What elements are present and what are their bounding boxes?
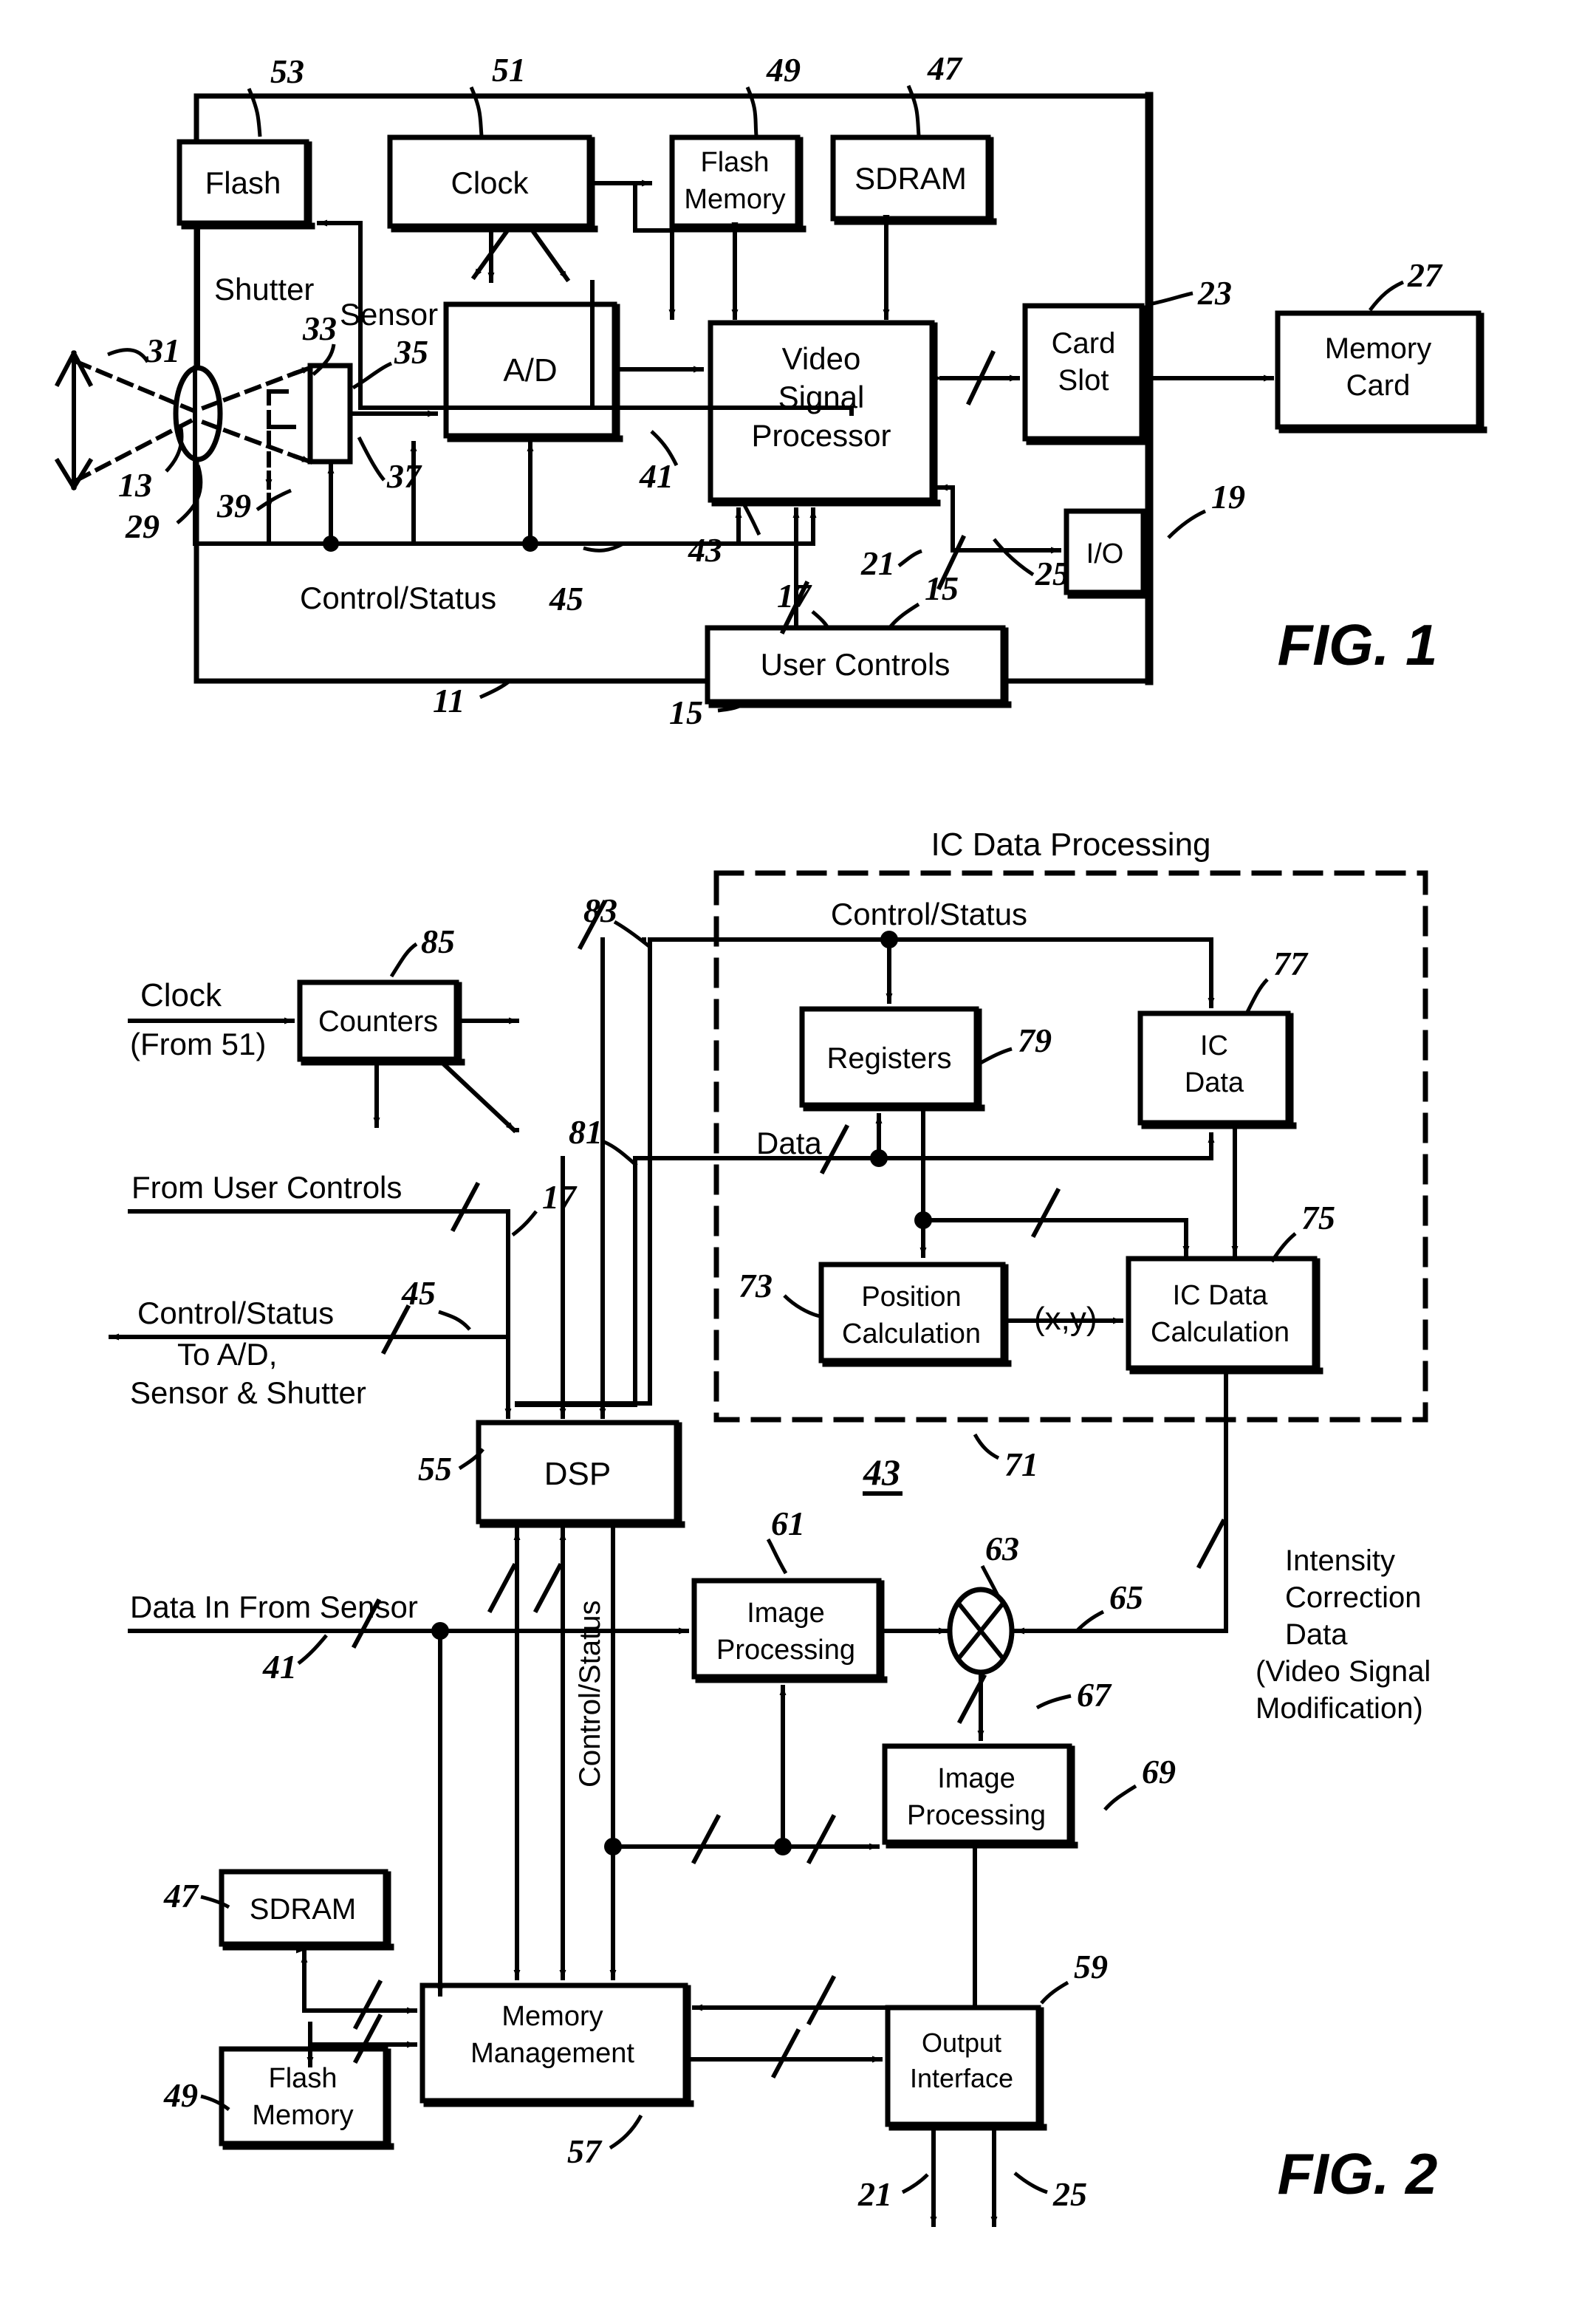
fig2-label-clock: Clock [140,977,222,1013]
fig2-label-icd-line1: Intensity [1285,1544,1395,1577]
fig2-label-control-status-vertical: Control/Status [574,1601,606,1787]
fig2-ref-69: 69 [1142,1753,1176,1790]
fig2-ref-85: 85 [421,923,455,960]
fig2-label-from-user-controls: From User Controls [131,1170,402,1205]
fig2-block-image-processing-61-line2: Processing [716,1635,855,1666]
fig2-block-image-processing-69-line2: Processing [907,1800,1046,1831]
figure-2-drawing: Counters Registers IC Data Position Calc… [109,827,1438,2227]
fig2-block-ic-data-line2: Data [1185,1067,1244,1098]
fig2-label-to-ad-line2: Sensor & Shutter [130,1375,366,1410]
fig2-ref-65: 65 [1109,1578,1143,1616]
fig2-label-control-status-left: Control/Status [137,1296,334,1330]
fig2-ref-67: 67 [1077,1676,1112,1714]
fig2-ref-83: 83 [583,892,617,929]
fig2-block-ic-data-line1: IC [1200,1030,1228,1061]
fig2-block-flash-memory-line1: Flash [269,2063,338,2094]
fig2-figure-label: FIG. 2 [1278,2141,1438,2206]
fig2-label-data-in-from-sensor: Data In From Sensor [130,1590,418,1624]
fig2-ref-81: 81 [569,1113,603,1151]
fig2-ref-55: 55 [418,1450,452,1488]
fig2-label-icd-line2: Correction [1285,1581,1422,1614]
fig2-block-memory-management-line1: Memory [501,2001,603,2032]
fig2-ref-77: 77 [1273,945,1309,982]
fig2-block-output-interface-line1: Output [922,2028,1001,2058]
fig2-block-position-calc-line1: Position [861,1282,961,1313]
fig2-block-registers: Registers [827,1042,952,1075]
fig2-ref-71: 71 [1004,1446,1038,1483]
fig2-block-counters: Counters [318,1005,438,1038]
fig2-block-image-processing-61-line1: Image [747,1598,825,1629]
fig2-ref-17: 17 [542,1178,578,1216]
fig2-label-ic-data-processing: IC Data Processing [931,827,1210,863]
fig2-ref-21: 21 [857,2175,892,2213]
fig2-block-position-calc-line2: Calculation [842,1318,981,1349]
fig2-block-image-processing-69-line1: Image [937,1763,1016,1794]
fig2-ref-79: 79 [1018,1022,1052,1059]
fig2-label-icd-line3: Data [1285,1618,1348,1651]
fig2-ref-47: 47 [163,1877,199,1915]
fig2-block-memory-management-line2: Management [470,2038,634,2069]
patent-drawing-sheet: Flash Clock Flash Memory SDRAM A/D Video… [0,0,1596,2323]
fig2-ref-75: 75 [1301,1199,1335,1236]
fig2-ref-63: 63 [985,1530,1019,1567]
fig2-ref-49: 49 [163,2076,198,2114]
fig2-ref-61: 61 [771,1505,805,1542]
fig2-block-dsp: DSP [544,1456,611,1492]
fig2-block-output-interface-line2: Interface [910,2063,1013,2093]
fig2-label-xy: (x,y) [1034,1301,1097,1337]
fig2-block-flash-memory-line2: Memory [252,2100,353,2131]
fig2-ref-43: 43 [863,1451,900,1493]
fig2-ref-45: 45 [401,1274,436,1312]
fig2-ref-73: 73 [739,1267,773,1304]
fig2-ref-59: 59 [1074,1948,1108,1985]
fig2-label-data: Data [756,1126,822,1160]
fig2-label-to-ad-line1: To A/D, [177,1337,277,1372]
fig2-label-control-status-top: Control/Status [831,897,1027,931]
fig2-label-clock-from: (From 51) [130,1027,266,1061]
fig2-label-icd-line4: (Video Signal [1256,1655,1431,1688]
fig2-ref-25: 25 [1052,2175,1087,2213]
fig2-block-ic-data-calc-line2: Calculation [1151,1317,1290,1348]
fig2-ref-57: 57 [567,2132,603,2170]
fig2-block-ic-data-calc-line1: IC Data [1173,1280,1269,1311]
fig2-ref-41: 41 [262,1648,297,1686]
fig2-label-icd-line5: Modification) [1256,1692,1423,1725]
fig2-block-sdram: SDRAM [250,1893,356,1926]
